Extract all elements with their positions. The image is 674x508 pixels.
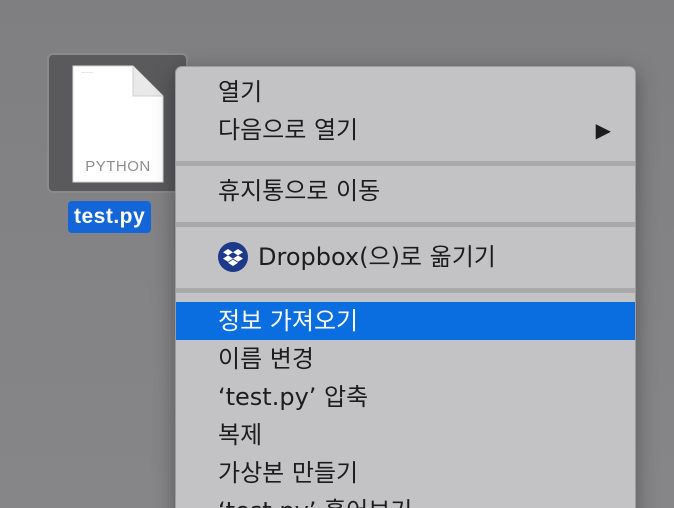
menu-separator (176, 222, 635, 227)
menu-item-make-alias[interactable]: 가상본 만들기 (176, 454, 635, 492)
menu-item-open-with[interactable]: 다음으로 열기 ▶ (176, 111, 635, 149)
document-preview-text: ——— (81, 70, 93, 75)
menu-item-label: 가상본 만들기 (218, 459, 359, 487)
menu-item-open[interactable]: 열기 (176, 73, 635, 111)
file-icon-selected[interactable]: ——— PYTHON (47, 53, 188, 193)
file-name-label[interactable]: test.py (68, 201, 152, 233)
menu-item-label: 열기 (218, 78, 263, 106)
menu-item-move-to-dropbox[interactable]: Dropbox(으)로 옮기기 (176, 238, 635, 276)
menu-item-label: Dropbox(으)로 옮기기 (258, 243, 496, 271)
menu-item-compress[interactable]: ‘test.py’ 압축 (176, 378, 635, 416)
menu-item-get-info[interactable]: 정보 가져오기 (176, 302, 635, 340)
menu-separator (176, 288, 635, 293)
menu-item-move-to-trash[interactable]: 휴지통으로 이동 (176, 172, 635, 210)
menu-item-duplicate[interactable]: 복제 (176, 416, 635, 454)
file-type-label: PYTHON (85, 158, 151, 175)
context-menu: 열기 다음으로 열기 ▶ 휴지통으로 이동 Dropbox(으)로 옮기기 정보… (175, 66, 636, 508)
menu-item-label: ‘test.py’ 훑어보기 (218, 497, 412, 508)
menu-item-label: 복제 (218, 421, 263, 449)
python-document-icon: ——— PYTHON (71, 64, 165, 184)
menu-separator (176, 161, 635, 166)
menu-item-label: ‘test.py’ 압축 (218, 383, 369, 411)
menu-item-label: 이름 변경 (218, 345, 314, 373)
menu-item-quick-look[interactable]: ‘test.py’ 훑어보기 (176, 492, 635, 508)
menu-item-label: 정보 가져오기 (218, 307, 359, 335)
menu-item-rename[interactable]: 이름 변경 (176, 340, 635, 378)
menu-item-label: 휴지통으로 이동 (218, 177, 381, 205)
dropbox-icon (218, 242, 248, 272)
submenu-arrow-icon: ▶ (595, 118, 611, 142)
menu-item-label: 다음으로 열기 (218, 116, 359, 144)
